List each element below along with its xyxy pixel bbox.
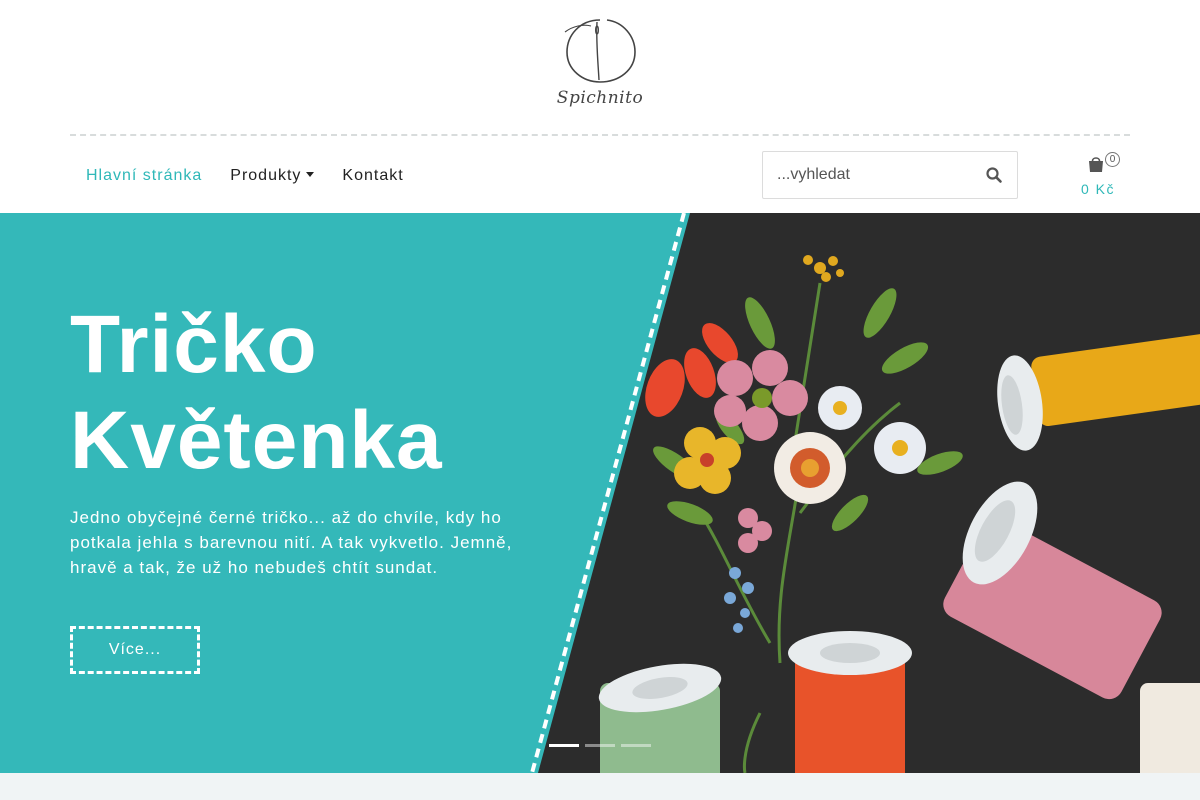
more-button-label: Více...	[108, 641, 162, 658]
main-nav: Hlavní stránka Produkty Kontakt	[70, 152, 418, 200]
nav-item-home[interactable]: Hlavní stránka	[70, 152, 216, 200]
search-icon[interactable]	[985, 166, 1003, 184]
content-section-top	[0, 773, 1200, 800]
search-input[interactable]	[777, 152, 967, 198]
logo-text: Spichnito	[556, 88, 644, 108]
carousel-indicator-2[interactable]	[585, 744, 615, 747]
site-header: Spichnito	[0, 0, 1200, 135]
cart-total: 0 Kč	[1080, 181, 1115, 197]
nav-item-contact[interactable]: Kontakt	[328, 152, 417, 200]
nav-item-products[interactable]: Produkty	[216, 152, 328, 200]
shopping-bag-icon	[1089, 157, 1103, 172]
nav-item-label: Produkty	[230, 167, 302, 184]
nav-item-label: Kontakt	[342, 167, 404, 184]
cart-count-badge: 0	[1105, 152, 1120, 167]
cart-button[interactable]: 0 0 Kč	[1072, 150, 1128, 200]
hero-title: Tričko Květenka	[70, 299, 443, 486]
site-logo[interactable]: Spichnito	[547, 12, 653, 122]
chevron-down-icon	[306, 171, 315, 177]
hero-carousel: Tričko Květenka Jedno obyčejné černé tri…	[0, 213, 1200, 773]
search-box	[762, 151, 1018, 199]
carousel-indicators	[549, 744, 651, 747]
carousel-indicator-1[interactable]	[549, 744, 579, 747]
header-divider	[70, 134, 1130, 136]
nav-item-label: Hlavní stránka	[86, 167, 203, 184]
carousel-indicator-3[interactable]	[621, 744, 651, 747]
hero-description: Jedno obyčejné černé tričko... až do chv…	[70, 508, 513, 577]
more-button[interactable]: Více...	[70, 626, 200, 674]
